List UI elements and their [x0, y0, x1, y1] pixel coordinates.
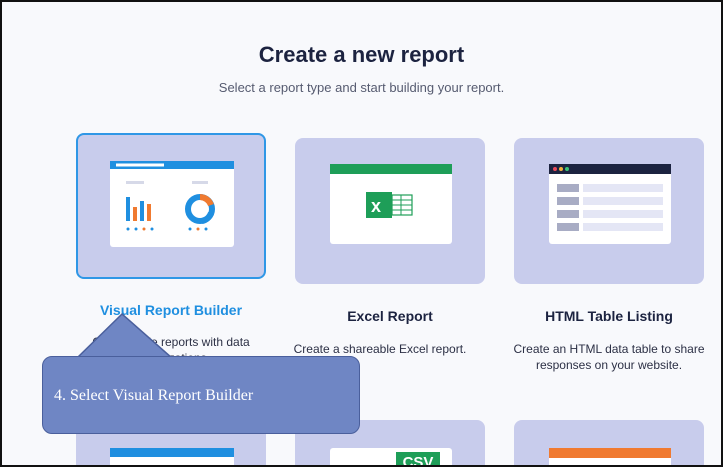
- card-row2-3-bar: [549, 448, 671, 458]
- page-title: Create a new report: [258, 42, 465, 67]
- excel-icon: x: [330, 164, 452, 244]
- html-table-card[interactable]: [514, 138, 704, 284]
- card-row2-1-preview: [110, 448, 234, 465]
- page-subtitle: Select a report type and start building …: [218, 80, 505, 95]
- callout-text: 4. Select Visual Report Builder: [54, 387, 254, 404]
- csv-icon: CSV: [330, 448, 452, 465]
- excel-report-card[interactable]: x: [295, 138, 485, 284]
- html-table-listing-description: Create an HTML data table to share respo…: [513, 342, 705, 372]
- csv-badge: CSV: [396, 452, 440, 465]
- html-table-icon: [549, 164, 671, 244]
- card-row2-3-preview: [549, 448, 671, 465]
- callout-pointer: [75, 312, 174, 359]
- report-card-row2-3[interactable]: [514, 420, 704, 465]
- report-type-page: Create a new report Select a report type…: [0, 0, 723, 467]
- excel-report-label[interactable]: Excel Report: [275, 308, 505, 324]
- svg-text:x: x: [371, 196, 381, 216]
- excel-report-description: Create a shareable Excel report.: [293, 342, 467, 356]
- chart-dashboard-icon: [110, 161, 234, 247]
- visual-report-builder-card[interactable]: [76, 133, 266, 279]
- card-row2-1-bar: [110, 448, 234, 457]
- html-table-listing-label[interactable]: HTML Table Listing: [494, 308, 721, 324]
